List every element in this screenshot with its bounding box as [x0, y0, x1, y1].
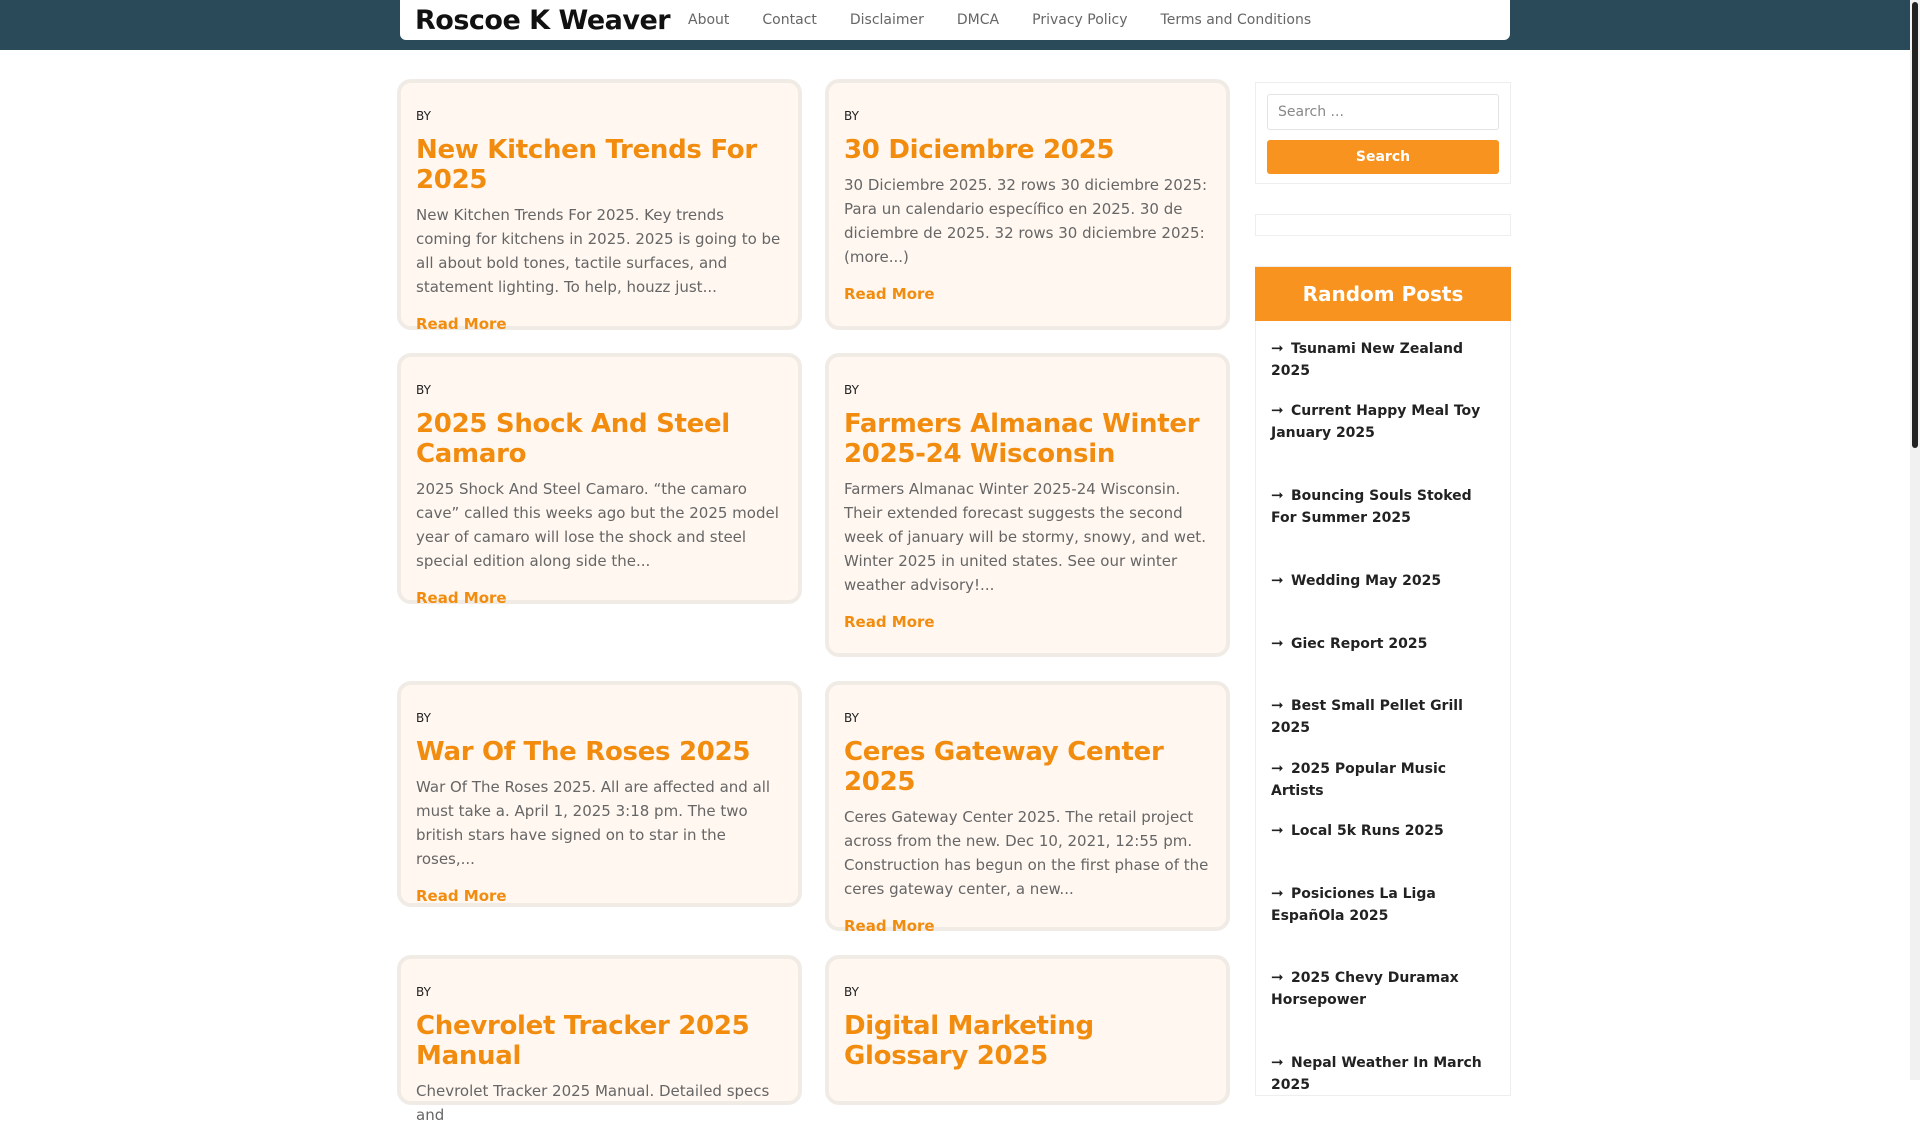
top-bar: Roscoe K Weaver About Contact Disclaimer…: [0, 0, 1910, 50]
post-excerpt: New Kitchen Trends For 2025. Key trends …: [416, 206, 781, 296]
nav-terms[interactable]: Terms and Conditions: [1161, 12, 1312, 28]
random-post-item[interactable]: ➞ 2025 Popular Music Artists: [1271, 757, 1499, 802]
post-title[interactable]: 30 Diciembre 2025: [844, 135, 1211, 165]
arrow-right-icon: ➞: [1271, 968, 1284, 986]
scrollbar-thumb[interactable]: [1912, 2, 1918, 448]
post-card: BY Chevrolet Tracker 2025 Manual Chevrol…: [397, 955, 802, 1124]
read-more-link[interactable]: Read More: [416, 589, 507, 607]
site-header: Roscoe K Weaver About Contact Disclaimer…: [400, 0, 1510, 40]
post-title[interactable]: Chevrolet Tracker 2025 Manual: [416, 1011, 783, 1071]
post-byline: BY: [416, 711, 431, 725]
random-post-item[interactable]: ➞ Tsunami New Zealand 2025: [1271, 337, 1499, 382]
random-post-item[interactable]: ➞ Local 5k Runs 2025: [1271, 819, 1499, 842]
read-more-link[interactable]: Read More: [844, 917, 935, 935]
post-byline: BY: [844, 383, 859, 397]
site-title[interactable]: Roscoe K Weaver: [415, 5, 685, 36]
post-card: BY 30 Diciembre 2025 30 Diciembre 2025. …: [825, 79, 1230, 330]
search-button[interactable]: Search: [1267, 140, 1499, 174]
post-excerpt: 2025 Shock And Steel Camaro. “the camaro…: [416, 480, 779, 570]
random-post-item[interactable]: ➞ Wedding May 2025: [1271, 569, 1499, 592]
post-excerpt: Ceres Gateway Center 2025. The retail pr…: [844, 808, 1209, 898]
nav-about[interactable]: About: [688, 12, 729, 28]
scrollbar[interactable]: [1910, 0, 1920, 1080]
post-title[interactable]: Digital Marketing Glossary 2025: [844, 1011, 1211, 1071]
search-input[interactable]: [1267, 94, 1499, 130]
post-card: BY 2025 Shock And Steel Camaro 2025 Shoc…: [397, 353, 802, 607]
random-posts-heading: Random Posts: [1255, 267, 1511, 321]
arrow-right-icon: ➞: [1271, 571, 1284, 589]
read-more-link[interactable]: Read More: [416, 315, 507, 333]
post-title[interactable]: New Kitchen Trends For 2025: [416, 135, 783, 195]
post-byline: BY: [416, 383, 431, 397]
search-widget: Search: [1255, 82, 1511, 184]
read-more-link[interactable]: Read More: [844, 613, 935, 631]
random-post-item[interactable]: ➞ Nepal Weather In March 2025: [1271, 1051, 1499, 1096]
post-excerpt: 30 Diciembre 2025. 32 rows 30 diciembre …: [844, 176, 1207, 266]
random-post-item[interactable]: ➞ Bouncing Souls Stoked For Summer 2025: [1271, 484, 1499, 529]
post-byline: BY: [844, 109, 859, 123]
random-post-item[interactable]: ➞ Current Happy Meal Toy January 2025: [1271, 399, 1499, 444]
read-more-link[interactable]: Read More: [844, 285, 935, 303]
post-title[interactable]: Ceres Gateway Center 2025: [844, 737, 1211, 797]
post-excerpt: Farmers Almanac Winter 2025-24 Wisconsin…: [844, 480, 1206, 594]
post-title[interactable]: 2025 Shock And Steel Camaro: [416, 409, 783, 469]
post-card: BY War Of The Roses 2025 War Of The Rose…: [397, 681, 802, 907]
empty-widget: [1255, 214, 1511, 236]
nav-dmca[interactable]: DMCA: [957, 12, 999, 28]
random-post-item[interactable]: ➞ 2025 Chevy Duramax Horsepower: [1271, 966, 1499, 1011]
nav-contact[interactable]: Contact: [762, 12, 816, 28]
post-byline: BY: [416, 985, 431, 999]
random-post-item[interactable]: ➞ Giec Report 2025: [1271, 632, 1499, 655]
arrow-right-icon: ➞: [1271, 884, 1284, 902]
random-post-item[interactable]: ➞ Posiciones La Liga EspañOla 2025: [1271, 882, 1499, 927]
arrow-right-icon: ➞: [1271, 759, 1284, 777]
post-title[interactable]: Farmers Almanac Winter 2025-24 Wisconsin: [844, 409, 1211, 469]
arrow-right-icon: ➞: [1271, 1053, 1284, 1071]
post-card: BY New Kitchen Trends For 2025 New Kitch…: [397, 79, 802, 333]
random-posts-widget: Random Posts ➞ Tsunami New Zealand 2025 ➞…: [1255, 266, 1511, 1096]
read-more-link[interactable]: Read More: [416, 887, 507, 905]
post-excerpt: War Of The Roses 2025. All are affected …: [416, 778, 771, 868]
post-byline: BY: [844, 985, 859, 999]
post-card: BY Digital Marketing Glossary 2025: [825, 955, 1230, 1105]
main-nav: About Contact Disclaimer DMCA Privacy Po…: [688, 12, 1344, 28]
post-byline: BY: [844, 711, 859, 725]
nav-privacy-policy[interactable]: Privacy Policy: [1032, 12, 1127, 28]
arrow-right-icon: ➞: [1271, 339, 1284, 357]
arrow-right-icon: ➞: [1271, 696, 1284, 714]
post-card: BY Farmers Almanac Winter 2025-24 Wiscon…: [825, 353, 1230, 657]
post-excerpt: Chevrolet Tracker 2025 Manual. Detailed …: [416, 1082, 770, 1124]
post-title[interactable]: War Of The Roses 2025: [416, 737, 783, 767]
arrow-right-icon: ➞: [1271, 634, 1284, 652]
random-post-item[interactable]: ➞ Best Small Pellet Grill 2025: [1271, 694, 1499, 739]
arrow-right-icon: ➞: [1271, 401, 1284, 419]
post-card: BY Ceres Gateway Center 2025 Ceres Gatew…: [825, 681, 1230, 935]
post-byline: BY: [416, 109, 431, 123]
nav-disclaimer[interactable]: Disclaimer: [850, 12, 924, 28]
arrow-right-icon: ➞: [1271, 486, 1284, 504]
arrow-right-icon: ➞: [1271, 821, 1284, 839]
